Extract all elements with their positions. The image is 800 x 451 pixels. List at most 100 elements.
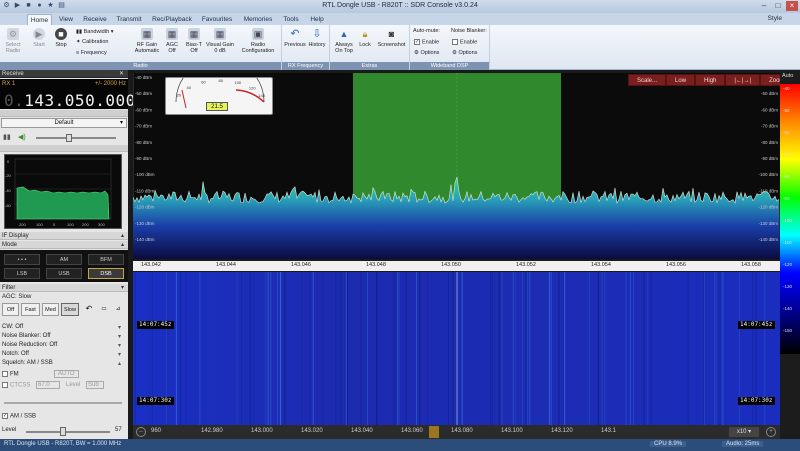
mode-usb-button[interactable]: USB <box>46 268 82 279</box>
mode-bfm-button[interactable]: BFM <box>88 254 124 265</box>
noise-blanker-options[interactable]: ⚙ Options <box>452 50 477 56</box>
am-ssb-checkbox[interactable]: ✓ <box>2 413 8 419</box>
agc-slow-button[interactable]: Slow <box>61 303 79 316</box>
agc-fast-button[interactable]: Fast <box>21 303 40 316</box>
previous-button[interactable]: ↶ Previous <box>284 28 306 48</box>
visual-gain-button[interactable]: ▦ Visual Gain 0 dB <box>205 28 235 54</box>
tab-receive[interactable]: Receive <box>81 14 109 25</box>
mode-header[interactable]: Mode ▴ <box>0 241 128 249</box>
history-icon: ⇩ <box>312 28 322 40</box>
high-button[interactable]: High <box>695 74 726 86</box>
zoom-select[interactable]: x10 ▾ <box>729 427 759 437</box>
mode-am-button[interactable]: AM <box>46 254 82 265</box>
fit-button[interactable]: |←|→| <box>725 74 761 86</box>
noise-blanker-row[interactable]: Noise Blanker: Off ▾ <box>2 333 121 340</box>
lock-button[interactable]: 🔒︎ Lock <box>357 28 373 48</box>
mode-dsb-button[interactable]: DSB <box>88 268 124 279</box>
config-icon: ▣ <box>252 28 264 40</box>
stop-button[interactable]: ■ Stop <box>52 28 70 48</box>
volume-thumb[interactable] <box>66 134 72 142</box>
wideband-strip[interactable]: – 960 142.980 143.000 143.020 143.040 143.060… <box>133 425 780 439</box>
fm-level-slider[interactable] <box>4 402 122 404</box>
cw-row[interactable]: CW: Off ▾ <box>2 324 121 331</box>
zoom-out-icon[interactable]: – <box>136 427 146 437</box>
bias-t-button[interactable]: ▦ Bias-T Off <box>184 28 204 54</box>
calibration-button[interactable]: ✦ Calibration <box>76 39 108 45</box>
tab-home[interactable]: Home <box>27 14 52 25</box>
visual-gain-icon: ▦ <box>214 28 226 40</box>
auto-mute-enable[interactable]: ✓ Enable <box>414 39 439 45</box>
mode-more-button[interactable]: • • • <box>4 254 40 265</box>
undo-icon[interactable]: ↶ <box>82 303 96 316</box>
dbm-left-label: -100 dBm <box>135 172 155 177</box>
ribbon-tabs: Home View Receive Transmit Rec/Playback … <box>0 13 800 25</box>
auto-label[interactable]: Auto <box>782 73 793 79</box>
fm-checkbox[interactable] <box>2 371 8 377</box>
agc-button[interactable]: ▦ AGC Off <box>163 28 181 54</box>
waterfall-time-right-1: 14:07:45z <box>738 321 775 329</box>
notch-row[interactable]: Notch: Off ▾ <box>2 351 121 358</box>
if-display-header[interactable]: IF Display ▴ <box>0 232 128 240</box>
frequency-display[interactable]: 0.143.050.000 <box>4 91 136 110</box>
zoom-in-icon[interactable]: + <box>766 427 776 437</box>
history-button[interactable]: ⇩ History <box>306 28 328 48</box>
vfo-display[interactable]: RX 1 +/- 2000 Hz 0.143.050.000 <box>0 79 135 110</box>
pin-icon[interactable]: ✕ <box>119 70 124 78</box>
receive-header[interactable]: Receive ✕ <box>0 70 128 78</box>
meter-tick: 60 <box>201 80 206 85</box>
tab-tools[interactable]: Tools <box>281 14 301 25</box>
ctcss-level-select[interactable]: Sub <box>86 381 104 389</box>
tab-transmit[interactable]: Transmit <box>115 14 143 25</box>
mode-lsb-button[interactable]: LSB <box>4 268 40 279</box>
low-button[interactable]: Low <box>666 74 696 86</box>
frequency-button[interactable]: ≡ Frequency <box>76 50 107 56</box>
style-menu[interactable]: Style <box>768 15 782 22</box>
graph-icon[interactable]: ⊿ <box>112 303 124 316</box>
auto-button[interactable]: AUTO <box>54 370 79 378</box>
radio-configuration-button[interactable]: ▣ Radio Configuration <box>238 28 278 54</box>
minimize-button[interactable]: – <box>758 1 770 11</box>
play-icon: ▶ <box>33 28 45 40</box>
waterfall-display[interactable]: 14:07:45z 14:07:45z 14:07:30z 14:07:30z <box>133 272 780 425</box>
freq-tick: 143.048 <box>366 262 386 268</box>
volume-slider[interactable] <box>36 137 116 139</box>
tab-view[interactable]: View <box>56 14 76 25</box>
noise-blanker-enable[interactable]: Enable <box>452 39 477 45</box>
checkbox[interactable] <box>452 39 458 45</box>
checkbox[interactable]: ✓ <box>414 39 420 45</box>
spectrum-frequency-axis[interactable]: 143.042 143.044 143.046 143.048 143.050 143.0… <box>133 261 780 271</box>
ctcss-checkbox[interactable] <box>2 382 8 388</box>
filter-header[interactable]: Filter ▾ <box>0 284 128 292</box>
freq-tick: 143.044 <box>216 262 236 268</box>
squelch-level-thumb[interactable] <box>60 427 66 436</box>
preset-select[interactable]: Default ▾ <box>1 118 127 128</box>
wideband-marker[interactable] <box>429 426 439 438</box>
screenshot-button[interactable]: ◙ Screenshot <box>375 28 408 48</box>
always-on-top-button[interactable]: ▲ Always On Top <box>332 28 356 54</box>
square-icon[interactable]: ▭ <box>98 303 110 316</box>
squelch-row[interactable]: Squelch: AM / SSB ▴ <box>2 360 121 367</box>
start-button[interactable]: ▶ Start <box>30 28 48 48</box>
scale-button[interactable]: Scale... <box>628 74 667 86</box>
tab-help[interactable]: Help <box>307 14 327 25</box>
maximize-button[interactable]: □ <box>772 1 784 11</box>
tab-rec-playback[interactable]: Rec/Playback <box>150 14 194 25</box>
dbm-left-label: -90 dBm <box>135 156 152 161</box>
agc-off-button[interactable]: Off <box>2 303 19 316</box>
bars-icon[interactable]: ▮▮ <box>3 133 11 141</box>
tab-favourites[interactable]: Favourites <box>200 14 234 25</box>
cpu-usage: CPU 8.9% <box>650 441 687 447</box>
ctcss-select[interactable]: 67.0 <box>36 381 60 389</box>
noise-reduction-row[interactable]: Noise Reduction: Off ▾ <box>2 342 121 349</box>
select-radio-button[interactable]: ⚙ Select Radio <box>3 28 23 54</box>
auto-mute-options[interactable]: ⚙ Options <box>414 50 439 56</box>
rf-gain-button[interactable]: ▦ RF Gain Automatic <box>133 28 161 54</box>
waterfall-svg[interactable] <box>133 272 780 425</box>
tab-memories[interactable]: Memories <box>242 14 274 25</box>
agc-med-button[interactable]: Med <box>42 303 59 316</box>
squelch-level-slider[interactable] <box>26 431 110 433</box>
wideband-tick: 143.020 <box>301 428 323 434</box>
bandwidth-menu[interactable]: ▮▮ Bandwidth ▾ <box>76 29 114 35</box>
speaker-icon[interactable]: ◀) <box>18 133 26 141</box>
close-button[interactable]: × <box>786 1 798 11</box>
